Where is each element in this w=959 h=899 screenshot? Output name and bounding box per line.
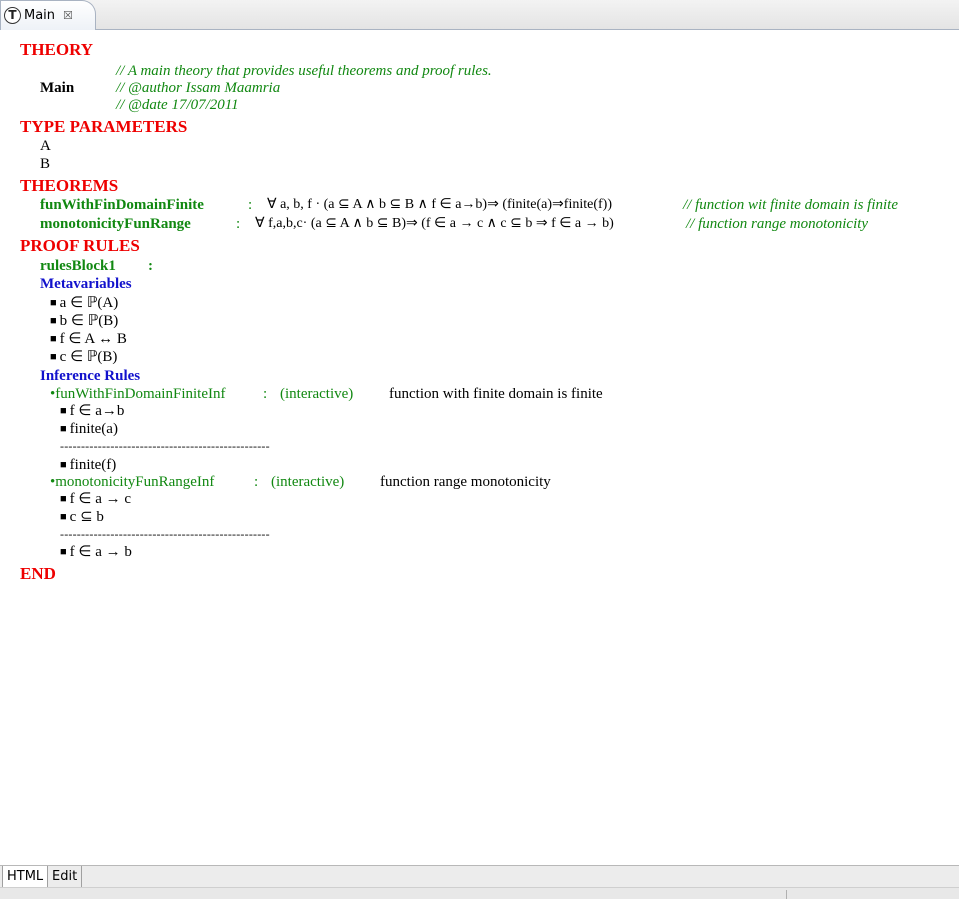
inference-rule-description: function with finite domain is finite bbox=[389, 386, 603, 402]
theorem-separator: : bbox=[236, 216, 241, 232]
theory-comment-1: // A main theory that provides useful th… bbox=[116, 63, 492, 79]
rule-given: ■ f ∈ a → c bbox=[60, 491, 132, 507]
rules-block-name: rulesBlock1 bbox=[40, 258, 116, 274]
bullet-icon: ■ bbox=[50, 315, 57, 327]
metavariables-heading: Metavariables bbox=[40, 276, 132, 292]
inference-rules-heading: Inference Rules bbox=[40, 368, 141, 384]
bullet-icon: ■ bbox=[50, 297, 57, 309]
close-icon[interactable]: ☒ bbox=[63, 9, 73, 22]
rule-given: ■ f ∈ a→b bbox=[60, 403, 125, 419]
rules-block-separator: : bbox=[148, 258, 153, 274]
inference-rule-name: •funWithFinDomainFiniteInf bbox=[50, 386, 226, 402]
bullet-icon: ■ bbox=[60, 493, 67, 505]
theorem-name: monotonicityFunRange bbox=[40, 216, 191, 232]
rule-infer: ■ f ∈ a → b bbox=[60, 544, 132, 560]
bullet-icon: ■ bbox=[50, 333, 57, 345]
theorem-formula: ∀ f,a,b,c· (a ⊆ A ∧ b ⊆ B)⇒ (f ∈ a → c ∧… bbox=[255, 216, 614, 231]
bullet-icon: ■ bbox=[50, 351, 57, 363]
metavariable: ■ a ∈ ℙ(A) bbox=[50, 295, 119, 311]
theory-comment-2: // @author Issam Maamria bbox=[116, 80, 281, 96]
bullet-icon: ■ bbox=[60, 511, 67, 523]
metavariable: ■ f ∈ A ↔ B bbox=[50, 331, 127, 347]
theorem-comment: // function range monotonicity bbox=[686, 216, 869, 232]
inference-rule-separator: : bbox=[263, 386, 268, 402]
end-keyword: END bbox=[20, 564, 56, 583]
tab-edit[interactable]: Edit bbox=[48, 866, 83, 888]
status-bar bbox=[0, 887, 959, 899]
inference-rule-separator: : bbox=[254, 474, 259, 490]
inference-rule-description: function range monotonicity bbox=[380, 474, 551, 490]
theory-comment-3: // @date 17/07/2011 bbox=[116, 97, 239, 113]
type-parameter: A bbox=[40, 138, 51, 154]
bullet-icon: ■ bbox=[60, 405, 67, 417]
tab-html[interactable]: HTML bbox=[2, 866, 49, 888]
status-separator bbox=[786, 890, 787, 899]
bullet-icon: ■ bbox=[60, 459, 67, 471]
theorem-name: funWithFinDomainFinite bbox=[40, 197, 204, 213]
type-parameter: B bbox=[40, 156, 51, 172]
theorem-separator: : bbox=[248, 197, 253, 213]
editor-tab-label: Main bbox=[24, 8, 56, 23]
theory-name: Main bbox=[40, 80, 75, 96]
inference-rule-mode: (interactive) bbox=[271, 474, 345, 490]
bullet-icon: ■ bbox=[60, 423, 67, 435]
page-tab-bar: HTML Edit bbox=[0, 865, 959, 888]
theorem-formula: ∀ a, b, f · (a ⊆ A ∧ b ⊆ B ∧ f ∈ a→b)⇒ (… bbox=[267, 197, 612, 212]
metavariable: ■ b ∈ ℙ(B) bbox=[50, 313, 119, 329]
bullet-icon: ■ bbox=[60, 546, 67, 558]
proof-rules-heading: PROOF RULES bbox=[20, 236, 140, 255]
type-parameters-heading: TYPE PARAMETERS bbox=[20, 117, 188, 136]
theorem-comment: // function wit finite domain is finite bbox=[683, 197, 898, 213]
inference-rule-name: •monotonicityFunRangeInf bbox=[50, 474, 215, 490]
editor-tab-bar: T Main ☒ bbox=[0, 0, 959, 30]
metavariable: ■ c ∈ ℙ(B) bbox=[50, 349, 118, 365]
theory-document: THEORY Main // A main theory that provid… bbox=[0, 31, 959, 865]
theorems-heading: THEOREMS bbox=[20, 176, 119, 195]
inference-line: ----------------------------------------… bbox=[60, 527, 270, 541]
theory-heading: THEORY bbox=[20, 40, 94, 59]
inference-rule-mode: (interactive) bbox=[280, 386, 354, 402]
theory-icon: T bbox=[4, 7, 21, 24]
inference-line: ----------------------------------------… bbox=[60, 439, 270, 453]
editor-tab-main[interactable]: T Main ☒ bbox=[0, 0, 96, 30]
